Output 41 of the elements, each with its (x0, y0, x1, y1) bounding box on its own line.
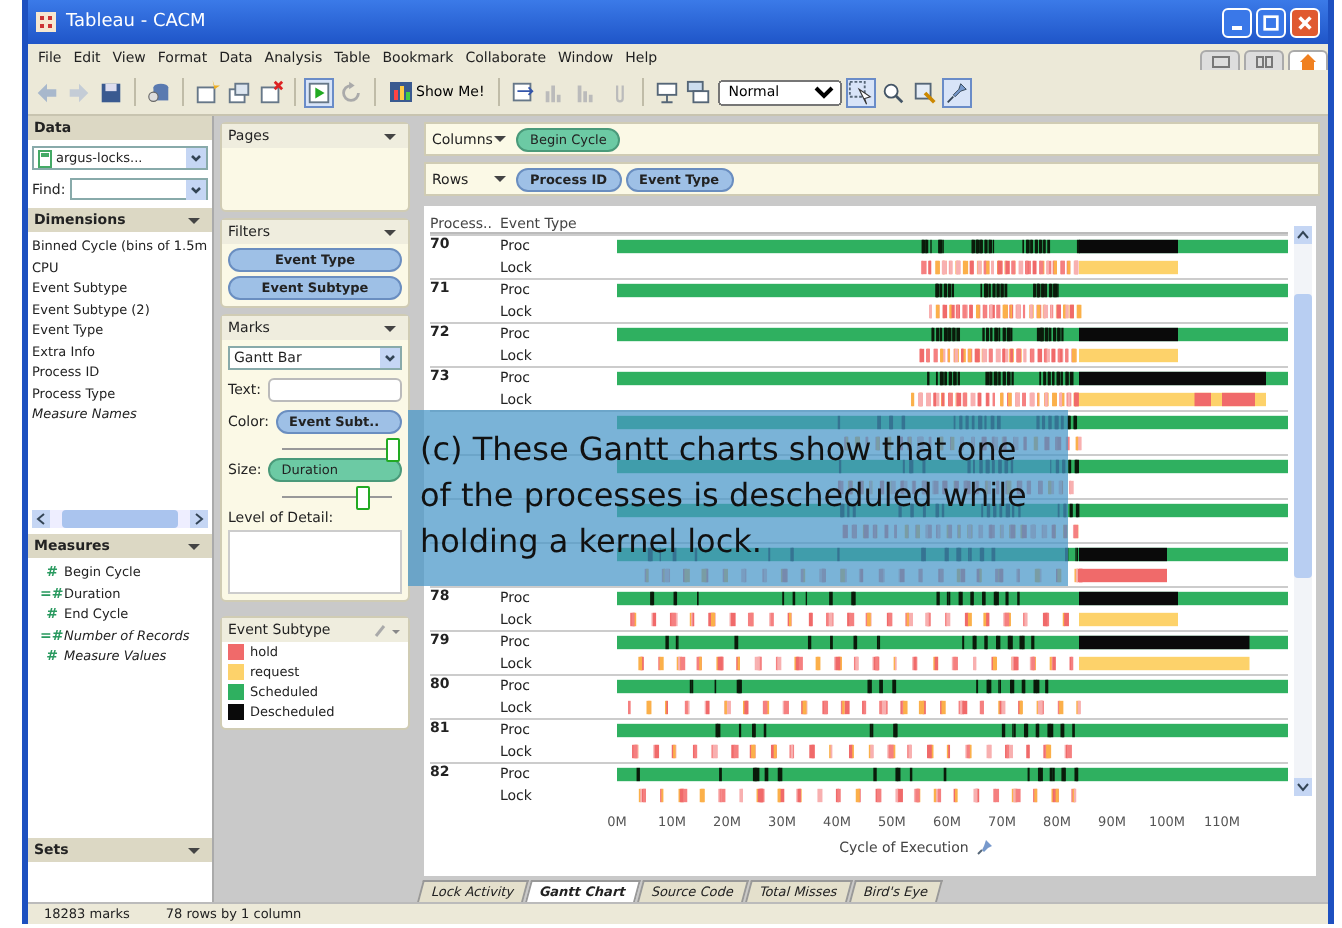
maximize-button[interactable] (1256, 7, 1286, 37)
grid-icon (1211, 55, 1229, 67)
clear-sheet-icon[interactable] (258, 79, 284, 105)
database-icon (38, 149, 52, 167)
view-tab[interactable] (1244, 50, 1284, 70)
caption-overlay: (c) These Gantt charts show that one of the processes is descheduled while holding a kernel lock. (408, 410, 1068, 586)
scroll-left-icon (32, 510, 50, 528)
pin-icon[interactable] (944, 79, 971, 105)
pencil-icon[interactable] (374, 623, 402, 637)
minimize-button[interactable] (1222, 7, 1252, 37)
scroll-right-icon (190, 510, 208, 528)
save-icon[interactable] (98, 79, 124, 105)
window-title: Tableau - CACM (66, 12, 206, 32)
grid-icon (1255, 55, 1273, 67)
run-icon[interactable] (306, 79, 332, 105)
database-icon[interactable] (146, 79, 172, 105)
house-icon (1300, 53, 1316, 69)
scroll-down-icon (1294, 778, 1312, 796)
bar-chart-icon (390, 82, 412, 102)
home-tab[interactable] (1288, 50, 1328, 70)
slider-thumb[interactable] (355, 486, 370, 510)
minimize-icon (1232, 26, 1242, 30)
horizontal-scrollbar[interactable] (32, 510, 208, 528)
scroll-up-icon (1294, 226, 1312, 244)
zoom-icon[interactable] (880, 79, 907, 105)
pointer-icon[interactable] (848, 79, 875, 105)
highlighter-icon[interactable] (912, 79, 939, 105)
slider-thumb[interactable] (386, 438, 400, 462)
app-logo-icon (36, 12, 56, 32)
maximize-icon (1262, 13, 1280, 31)
cards-icon[interactable] (686, 79, 713, 105)
presentation-icon[interactable] (654, 79, 681, 105)
close-icon (1296, 13, 1314, 31)
vertical-scrollbar[interactable] (1294, 226, 1312, 796)
find-field[interactable] (69, 178, 208, 200)
close-button[interactable] (1290, 7, 1320, 37)
new-sheet-icon[interactable] (194, 79, 220, 105)
pin-icon[interactable] (976, 838, 995, 856)
duplicate-sheet-icon[interactable] (226, 79, 252, 105)
view-tab[interactable] (1200, 50, 1240, 70)
swap-icon[interactable] (510, 79, 537, 105)
